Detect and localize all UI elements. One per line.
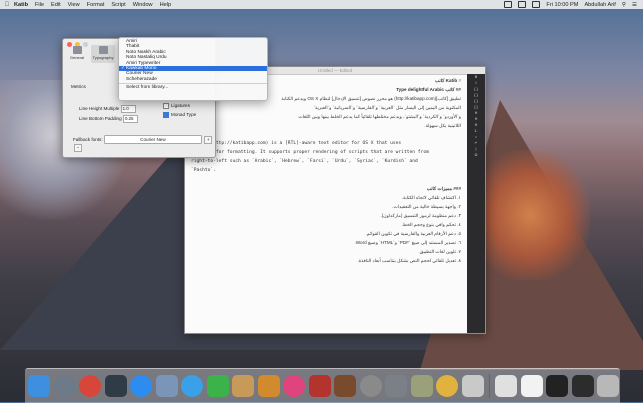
sidebar-button[interactable]: Ω <box>467 152 485 158</box>
user-name[interactable]: Abdullah Arif <box>584 2 615 8</box>
line-bottom-row: Line Bottom Padding 0.25 <box>79 115 138 123</box>
finder-icon[interactable] <box>28 375 50 397</box>
menu-script[interactable]: Script <box>111 2 125 8</box>
preferences-tabs: General Typography <box>63 45 115 63</box>
feature-item: ٣. دعم منظومة لرموز التنسيق (ماركداون). <box>380 213 461 218</box>
search-icon[interactable]: ⚲ <box>622 2 626 8</box>
menu-help[interactable]: Help <box>160 2 172 8</box>
line-bottom-input[interactable]: 0.25 <box>122 115 138 123</box>
printer-icon[interactable] <box>495 375 518 397</box>
apple-icon[interactable]:  <box>0 2 14 8</box>
safari-icon[interactable] <box>181 375 203 397</box>
app-menu[interactable]: Katib <box>14 2 28 8</box>
airplay-icon[interactable] <box>504 1 513 8</box>
ligatures-checkbox[interactable] <box>163 103 169 109</box>
photos-icon[interactable] <box>436 375 458 397</box>
arabic-line: و`الأوردو` و`الكردية` و`البشتو`، ويدعم م… <box>298 114 461 119</box>
menu-file[interactable]: File <box>35 2 44 8</box>
line-bottom-label: Line Bottom Padding <box>79 116 122 121</box>
menu-window[interactable]: Window <box>133 2 153 8</box>
english-line: Markdown for formatting. It supports pro… <box>191 150 429 155</box>
clock[interactable]: Fri 10:00 PM <box>546 2 578 8</box>
english-line: `Pashto`. <box>191 168 216 173</box>
document-icon[interactable] <box>520 375 543 397</box>
font-option[interactable]: Scheherazade <box>119 77 267 82</box>
terminal-icon[interactable] <box>546 375 569 397</box>
itunes-icon[interactable] <box>283 375 305 397</box>
line-height-row: Line Height Multiple 1.0 <box>79 105 136 113</box>
notes-icon[interactable] <box>232 375 254 397</box>
font-dropdown-menu: Amiri Thabit Noto Naskh Arabic Noto Nast… <box>118 37 268 101</box>
features-heading: ### مميزات كاتب <box>426 186 461 191</box>
english-line: [Katib](http://katibapp.com) is a [RTL]-… <box>191 141 402 146</box>
photo-booth-icon[interactable] <box>308 375 331 397</box>
battery-icon[interactable] <box>532 1 541 8</box>
ligatures-row: Ligatures <box>163 103 190 109</box>
feature-item: ٧. تلوين لغات التطبيق. <box>418 249 461 254</box>
dock-divider <box>489 374 490 398</box>
menu-view[interactable]: View <box>68 2 80 8</box>
menu-format[interactable]: Format <box>87 2 105 8</box>
feature-item: ٥. دعم الأرقام العربية والفارسية في تكوي… <box>365 231 461 236</box>
feature-item: ٤. تحكم وافي بنوع وحجم الخط. <box>401 222 461 227</box>
script-editor-icon[interactable] <box>410 375 433 397</box>
arabic-line: اللاتينية بكل سهولة. <box>424 123 461 128</box>
feature-item: ٢. واجهة بسيطة خالية من التعقيدات. <box>392 204 461 209</box>
fallback-row: Fallback fonts: Courier New + − <box>73 135 215 152</box>
line-height-input[interactable]: 1.0 <box>120 105 136 113</box>
app-store-icon[interactable] <box>130 375 152 397</box>
preview-icon[interactable] <box>155 375 178 397</box>
mono-type-checkbox[interactable] <box>163 112 169 118</box>
menu-edit[interactable]: Edit <box>51 2 61 8</box>
editor-content[interactable]: # Katib كاتب ## كاتب Type delightful Ara… <box>191 76 461 265</box>
dock <box>25 368 620 403</box>
keyboard-icon[interactable] <box>461 375 484 397</box>
select-from-library-option[interactable]: Select from library... <box>119 85 267 90</box>
remove-font-button[interactable]: − <box>74 144 82 152</box>
metrics-label: Metrics <box>71 84 86 89</box>
notification-center-icon[interactable]: ☰ <box>632 2 637 8</box>
editor-window: Untitled — Edited # Katib كاتب ## كاتب T… <box>184 66 486 334</box>
trash-icon[interactable] <box>597 375 620 397</box>
ibooks-icon[interactable] <box>257 375 280 397</box>
mono-type-row: Monad Type <box>163 112 196 118</box>
gear-icon <box>72 46 82 54</box>
launchpad-icon[interactable] <box>53 375 76 397</box>
tab-typography[interactable]: Typography <box>91 45 115 63</box>
tab-general[interactable]: General <box>65 45 89 63</box>
system-preferences-icon[interactable] <box>385 375 407 397</box>
menu-separator <box>119 83 267 84</box>
line-height-label: Line Height Multiple <box>79 106 120 111</box>
ligatures-label: Ligatures <box>171 103 190 109</box>
wallpaper-sunset-glow <box>470 150 590 280</box>
menu-bar:  Katib File Edit View Format Script Win… <box>0 0 643 9</box>
no-entry-icon[interactable] <box>359 375 382 397</box>
arabic-line: المكتوبة من اليمين إلى اليسار مثل `العرب… <box>313 105 461 110</box>
typography-icon <box>98 46 108 54</box>
window-icon[interactable] <box>571 375 594 397</box>
wifi-icon[interactable] <box>518 1 527 8</box>
facetime-icon[interactable] <box>206 375 229 397</box>
fallback-label: Fallback fonts: <box>73 137 103 142</box>
feature-item: ١. اكتشاف تلقائي لاتجاه الكتابة. <box>401 195 461 200</box>
chrome-icon[interactable] <box>79 375 101 397</box>
english-line: right-to-left such as `Arabic`, `Hebrew`… <box>191 159 418 164</box>
dictionary-icon[interactable] <box>334 375 356 397</box>
fallback-font-select[interactable]: Courier New <box>103 135 202 144</box>
feature-item: ٦. تصدير المستند إلى صيغ `PDF` و`HTML` و… <box>354 240 462 245</box>
formatting-sidebar: B I { } { } { } [ ] H H H 1. • ↵ | Ω <box>467 74 485 333</box>
status-area: Fri 10:00 PM Abdullah Arif ⚲ ☰ <box>504 1 643 8</box>
feature-item: ٨. تعديل تلقائي لحجم النص بشكل يتناسب أب… <box>357 258 462 263</box>
mono-type-label: Monad Type <box>171 112 197 118</box>
add-font-button[interactable]: + <box>204 136 213 144</box>
mission-control-icon[interactable] <box>104 375 127 397</box>
